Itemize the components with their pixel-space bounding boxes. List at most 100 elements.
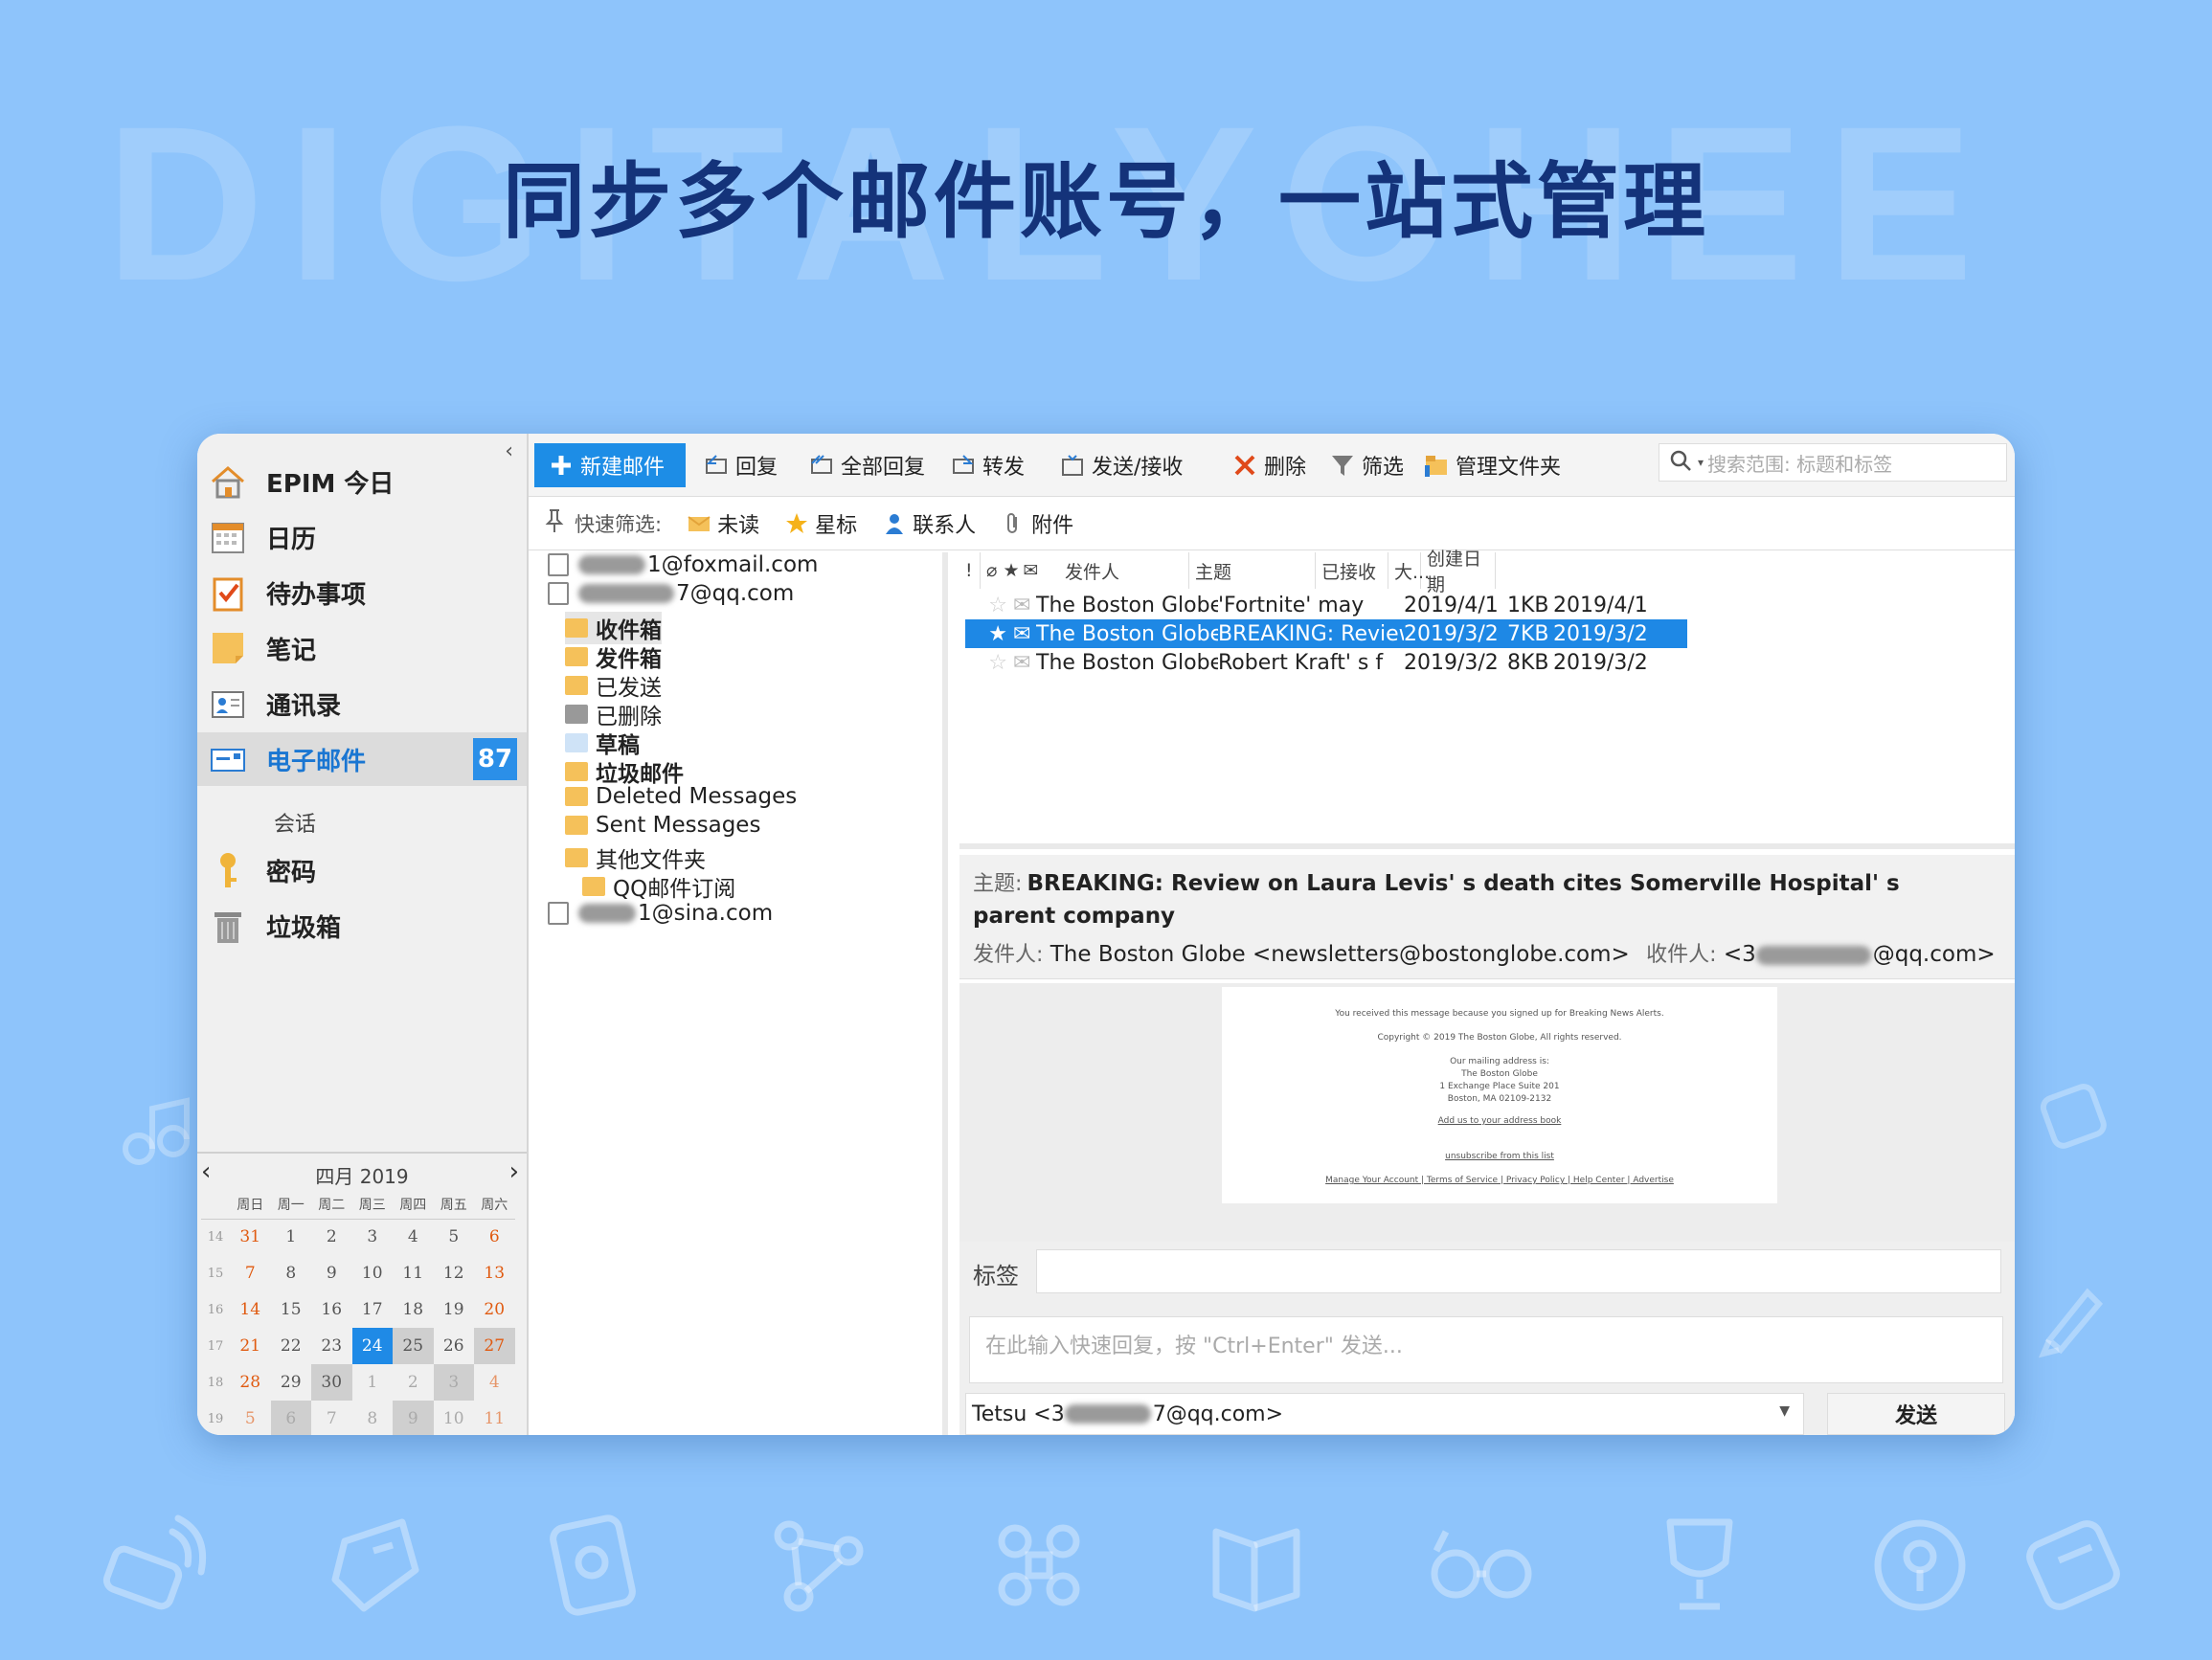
- calendar-day[interactable]: 7: [311, 1401, 352, 1435]
- sidebar-item-passwords[interactable]: 密码: [197, 843, 527, 897]
- calendar-day[interactable]: 21: [230, 1328, 271, 1364]
- calendar-day[interactable]: 15: [271, 1291, 312, 1328]
- sidebar-subitem-conversations[interactable]: 会话: [274, 807, 316, 838]
- calendar-day[interactable]: 9: [311, 1255, 352, 1291]
- account-node[interactable]: 7@qq.com: [548, 581, 794, 606]
- send-button[interactable]: 发送: [1827, 1393, 2005, 1435]
- folder-deleted-messages[interactable]: Deleted Messages: [565, 784, 797, 809]
- calendar-day[interactable]: 18: [393, 1291, 434, 1328]
- calendar-day[interactable]: 3: [352, 1219, 394, 1255]
- calendar-day[interactable]: 17: [352, 1291, 394, 1328]
- filter-starred[interactable]: 星标: [784, 508, 857, 539]
- calendar-day[interactable]: 16: [311, 1291, 352, 1328]
- calendar-day[interactable]: 11: [393, 1255, 434, 1291]
- from-address[interactable]: The Boston Globe <newsletters@bostonglob…: [1050, 942, 1630, 967]
- calendar-day[interactable]: 8: [271, 1255, 312, 1291]
- calendar-day[interactable]: 13: [474, 1255, 515, 1291]
- sender-account-select[interactable]: Tetsu <3 7@qq.com> ▼: [965, 1393, 1804, 1435]
- account-node[interactable]: 1@foxmail.com: [548, 552, 818, 577]
- calendar-day[interactable]: 4: [474, 1364, 515, 1401]
- quick-reply-input[interactable]: 在此输入快速回复，按 "Ctrl+Enter" 发送...: [969, 1316, 2003, 1383]
- filter-attachment[interactable]: 附件: [1001, 508, 1073, 539]
- calendar-day[interactable]: 30: [311, 1364, 352, 1401]
- message-row[interactable]: ☆ ✉ The Boston Globe 'Fortnite' may 2019…: [965, 591, 1687, 619]
- calendar-day[interactable]: 9: [393, 1401, 434, 1435]
- filter-contact[interactable]: 联系人: [882, 508, 976, 539]
- send-receive-button[interactable]: 发送/接收: [1059, 443, 1183, 487]
- column-header-created[interactable]: 创建日期: [1421, 549, 1496, 595]
- folder-other[interactable]: 其他文件夹: [565, 841, 706, 874]
- calendar-day[interactable]: 5: [230, 1401, 271, 1435]
- search-scope-dropdown-icon[interactable]: ▾: [1698, 456, 1704, 469]
- column-header-flag[interactable]: !: [959, 552, 981, 589]
- folder-junk[interactable]: 垃圾邮件: [565, 755, 684, 788]
- calendar-day[interactable]: 23: [311, 1328, 352, 1364]
- star-icon[interactable]: ☆: [965, 594, 1013, 617]
- calendar-day[interactable]: 27: [474, 1328, 515, 1364]
- message-row[interactable]: ☆ ✉ The Boston Globe Robert Kraft' s f 2…: [965, 648, 1687, 677]
- unsubscribe-link[interactable]: unsubscribe from this list: [1222, 1151, 1777, 1163]
- calendar-day[interactable]: 8: [352, 1401, 394, 1435]
- calendar-day[interactable]: 20: [474, 1291, 515, 1328]
- calendar-day[interactable]: 31: [230, 1219, 271, 1255]
- folder-sent-messages[interactable]: Sent Messages: [565, 813, 760, 838]
- calendar-day[interactable]: 29: [271, 1364, 312, 1401]
- star-icon[interactable]: ☆: [965, 651, 1013, 675]
- calendar-day[interactable]: 12: [434, 1255, 475, 1291]
- sidebar-item-calendar[interactable]: 日历: [197, 510, 527, 564]
- column-header-sender[interactable]: 发件人: [1059, 552, 1189, 589]
- filter-button[interactable]: 筛选: [1329, 443, 1404, 487]
- email-footer-links[interactable]: Manage Your Account | Terms of Service |…: [1222, 1175, 1777, 1187]
- calendar-day[interactable]: 2: [311, 1219, 352, 1255]
- column-header-icons[interactable]: ⌀ ★ ✉: [981, 552, 1059, 589]
- search-input[interactable]: ▾ 搜索范围: 标题和标签: [1659, 443, 2007, 482]
- calendar-day[interactable]: 1: [271, 1219, 312, 1255]
- calendar-day[interactable]: 7: [230, 1255, 271, 1291]
- manage-folders-button[interactable]: 管理文件夹: [1423, 443, 1561, 487]
- calendar-day[interactable]: 22: [271, 1328, 312, 1364]
- calendar-day[interactable]: 10: [352, 1255, 394, 1291]
- forward-button[interactable]: 转发: [950, 443, 1025, 487]
- column-header-received[interactable]: 已接收: [1316, 552, 1388, 589]
- filter-unread[interactable]: 未读: [687, 508, 759, 539]
- calendar-day-today[interactable]: 24: [351, 1328, 393, 1364]
- tag-input[interactable]: [1036, 1249, 2001, 1293]
- calendar-day[interactable]: 5: [434, 1219, 475, 1255]
- pin-icon[interactable]: [544, 508, 565, 539]
- calendar-day[interactable]: 10: [434, 1401, 475, 1435]
- calendar-day[interactable]: 6: [474, 1219, 515, 1255]
- email-link[interactable]: Add us to your address book: [1222, 1115, 1777, 1128]
- new-mail-button[interactable]: 新建邮件: [534, 443, 686, 487]
- calendar-day[interactable]: 1: [352, 1364, 394, 1401]
- calendar-day[interactable]: 28: [230, 1364, 271, 1401]
- calendar-day[interactable]: 6: [270, 1401, 311, 1435]
- next-month-button[interactable]: ›: [509, 1157, 519, 1186]
- sidebar-item-contacts[interactable]: 通讯录: [197, 677, 527, 730]
- reply-button[interactable]: 回复: [703, 443, 778, 487]
- delete-button[interactable]: 删除: [1231, 443, 1306, 487]
- calendar-day[interactable]: 2: [393, 1364, 434, 1401]
- calendar-day[interactable]: 4: [393, 1219, 434, 1255]
- folder-drafts[interactable]: 草稿: [565, 727, 640, 759]
- star-icon[interactable]: ★: [965, 622, 1013, 646]
- folder-outbox[interactable]: 发件箱: [565, 640, 662, 673]
- calendar-day[interactable]: 14: [230, 1291, 271, 1328]
- sidebar-item-today[interactable]: EPIM 今日: [197, 455, 527, 508]
- sidebar-item-todo[interactable]: 待办事项: [197, 566, 527, 619]
- sidebar-item-trash[interactable]: 垃圾箱: [197, 899, 527, 953]
- account-node[interactable]: 1@sina.com: [548, 901, 773, 926]
- calendar-day[interactable]: 11: [474, 1401, 515, 1435]
- reply-all-button[interactable]: 全部回复: [808, 443, 925, 487]
- sidebar-item-notes[interactable]: 笔记: [197, 621, 527, 675]
- folder-qq-subscription[interactable]: QQ邮件订阅: [582, 870, 735, 903]
- calendar-day[interactable]: 25: [393, 1328, 434, 1364]
- column-header-size[interactable]: 大...: [1388, 552, 1430, 589]
- folder-inbox[interactable]: 收件箱: [565, 612, 662, 644]
- calendar-day[interactable]: 19: [434, 1291, 475, 1328]
- sidebar-item-email[interactable]: 电子邮件 87: [197, 732, 527, 786]
- column-header-subject[interactable]: 主题: [1189, 552, 1316, 589]
- calendar-day[interactable]: 3: [433, 1364, 474, 1401]
- message-row-selected[interactable]: ★ ✉ The Boston Globe BREAKING: Review 20…: [965, 619, 1687, 648]
- folder-sent[interactable]: 已发送: [565, 669, 662, 702]
- calendar-day[interactable]: 26: [434, 1328, 475, 1364]
